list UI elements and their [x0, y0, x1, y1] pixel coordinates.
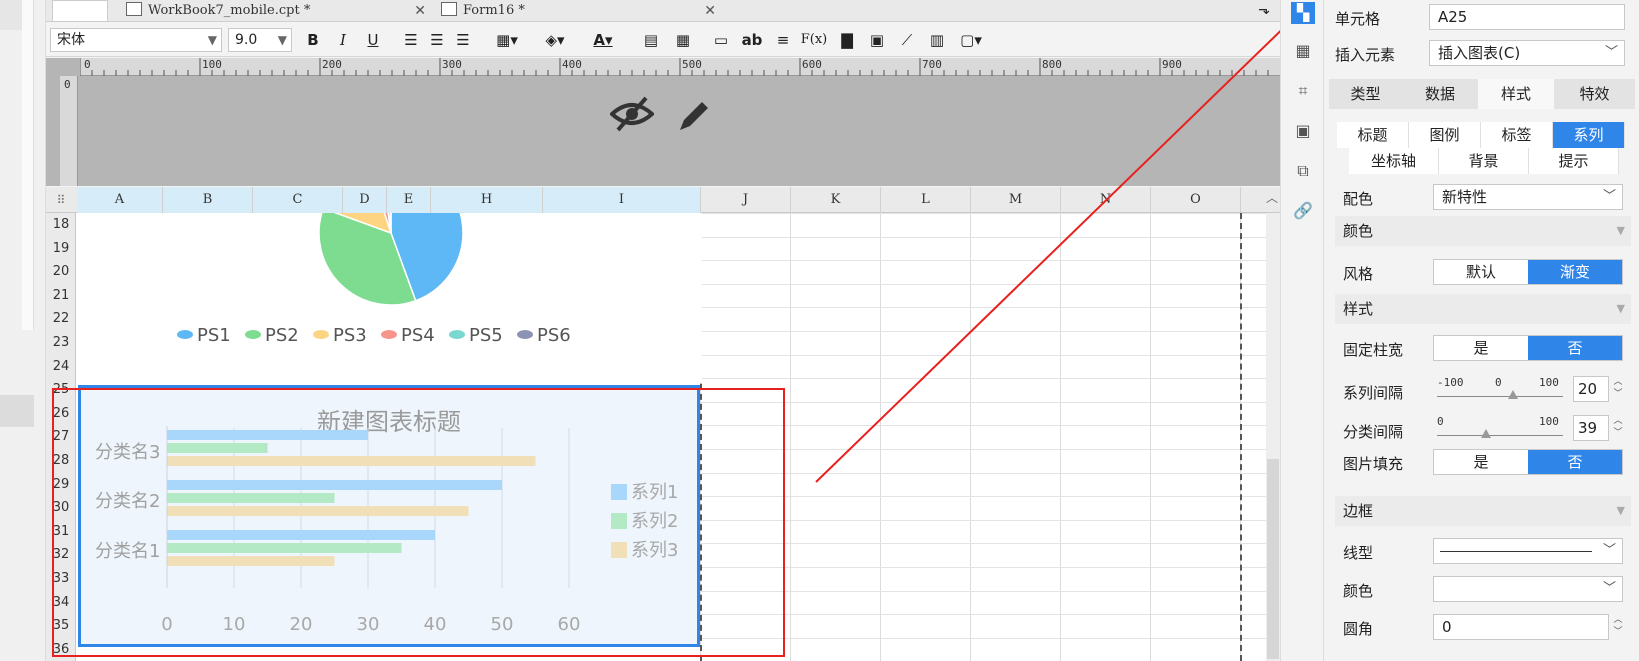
- image-fill-yes[interactable]: 是: [1434, 450, 1528, 474]
- section-label: 边框: [1343, 502, 1374, 520]
- image-fill-toggle[interactable]: 是 否: [1433, 449, 1623, 475]
- insert-element-value: 插入图表(C): [1438, 44, 1521, 62]
- cell-properties-icon[interactable]: ▚: [1291, 2, 1315, 24]
- property-panel: 单元格 A25 插入元素 插入图表(C) ﹀ 类型 数据 样式 特效 标题 图例 …: [1325, 0, 1639, 661]
- series-gap-input[interactable]: 20: [1573, 376, 1609, 402]
- series-gap-label: 系列间隔: [1343, 384, 1404, 402]
- subtab-series[interactable]: 系列: [1553, 122, 1625, 148]
- image-fill-no[interactable]: 否: [1528, 450, 1622, 474]
- style-gradient-option[interactable]: 渐变: [1528, 260, 1622, 284]
- spinner-arrows-icon[interactable]: ︿ ﹀: [1611, 415, 1625, 441]
- insert-element-select[interactable]: 插入图表(C) ﹀: [1429, 40, 1625, 66]
- subtab-axis[interactable]: 坐标轴: [1349, 148, 1439, 174]
- style-section[interactable]: 样式 ▼: [1335, 294, 1631, 324]
- section-label: 样式: [1343, 300, 1374, 318]
- subtab-background[interactable]: 背景: [1439, 148, 1529, 174]
- slider-track: [1437, 435, 1563, 436]
- chevron-down-icon: ﹀: [1602, 543, 1616, 558]
- subtab-label[interactable]: 标签: [1481, 122, 1553, 148]
- border-color-label: 颜色: [1343, 582, 1374, 600]
- style-label: 风格: [1343, 265, 1374, 283]
- spinner-arrows-icon[interactable]: ︿ ﹀: [1611, 614, 1625, 640]
- line-type-select[interactable]: ﹀: [1433, 538, 1623, 564]
- slider-mid: 0: [1495, 376, 1502, 389]
- slider-max: 100: [1539, 415, 1559, 428]
- section-label: 颜色: [1343, 222, 1374, 240]
- chevron-down-icon: ▼: [1616, 504, 1625, 517]
- corner-radius-label: 圆角: [1343, 620, 1374, 638]
- subtab-title[interactable]: 标题: [1337, 122, 1409, 148]
- dropdown-widget-icon[interactable]: ▣: [1291, 120, 1315, 142]
- slider-min: 0: [1437, 415, 1444, 428]
- chevron-down-icon: ﹀: [1602, 581, 1616, 596]
- insert-element-label: 插入元素: [1335, 46, 1396, 64]
- color-scheme-label: 配色: [1343, 190, 1374, 208]
- color-section[interactable]: 颜色 ▼: [1335, 216, 1631, 246]
- fixed-width-toggle[interactable]: 是 否: [1433, 335, 1623, 361]
- widget-icon[interactable]: ⌗: [1291, 80, 1315, 102]
- cell-field[interactable]: A25: [1429, 4, 1625, 30]
- chevron-down-icon: ▼: [1616, 224, 1625, 237]
- cell-label: 单元格: [1335, 10, 1381, 28]
- tab-style[interactable]: 样式: [1478, 79, 1554, 109]
- slider-track: [1437, 396, 1563, 397]
- subtab-legend[interactable]: 图例: [1409, 122, 1481, 148]
- fixed-width-label: 固定柱宽: [1343, 341, 1404, 359]
- link-icon[interactable]: 🔗: [1291, 200, 1315, 222]
- style-default-option[interactable]: 默认: [1434, 260, 1528, 284]
- corner-radius-input[interactable]: 0: [1433, 614, 1609, 640]
- category-gap-input[interactable]: 39: [1573, 415, 1609, 441]
- tab-data[interactable]: 数据: [1402, 79, 1478, 109]
- tab-type[interactable]: 类型: [1329, 79, 1402, 109]
- app-window: WorkBook7_mobile.cpt * ✕ Form16 * ✕ ⬎ 宋体…: [0, 0, 1639, 661]
- style-toggle[interactable]: 默认 渐变: [1433, 259, 1623, 285]
- category-gap-label: 分类间隔: [1343, 423, 1404, 441]
- chevron-down-icon: ﹀: [1604, 45, 1618, 60]
- border-color-select[interactable]: ﹀: [1433, 576, 1623, 602]
- slider-thumb[interactable]: [1508, 390, 1518, 399]
- cell-attributes-icon[interactable]: ▦: [1291, 40, 1315, 62]
- subtab-tooltip[interactable]: 提示: [1529, 148, 1619, 174]
- slider-max: 100: [1539, 376, 1559, 389]
- category-gap-slider[interactable]: 0 100: [1437, 415, 1563, 445]
- border-section[interactable]: 边框 ▼: [1335, 496, 1631, 526]
- fixed-width-yes[interactable]: 是: [1434, 336, 1528, 360]
- spinner-arrows-icon[interactable]: ︿ ﹀: [1611, 376, 1625, 402]
- layer-icon[interactable]: ⧉: [1291, 160, 1315, 182]
- sheet-scrollbar[interactable]: [1266, 213, 1280, 661]
- color-scheme-value: 新特性: [1442, 188, 1488, 206]
- chevron-down-icon: ▼: [1616, 302, 1625, 315]
- side-icon-bar: ▚ ▦ ⌗ ▣ ⧉ 🔗: [1280, 0, 1324, 661]
- color-scheme-select[interactable]: 新特性 ﹀: [1433, 184, 1623, 210]
- slider-thumb[interactable]: [1481, 429, 1491, 438]
- slider-min: -100: [1437, 376, 1464, 389]
- tab-effects[interactable]: 特效: [1554, 79, 1635, 109]
- chevron-down-icon: ﹀: [1602, 189, 1616, 204]
- series-gap-slider[interactable]: -100 0 100: [1437, 376, 1563, 406]
- solid-line-icon: [1440, 551, 1592, 552]
- fixed-width-no[interactable]: 否: [1528, 336, 1622, 360]
- image-fill-label: 图片填充: [1343, 455, 1404, 473]
- scrollbar-thumb[interactable]: [1267, 459, 1279, 659]
- main-tabs: 类型 数据 样式 特效: [1329, 79, 1635, 109]
- line-type-label: 线型: [1343, 544, 1374, 562]
